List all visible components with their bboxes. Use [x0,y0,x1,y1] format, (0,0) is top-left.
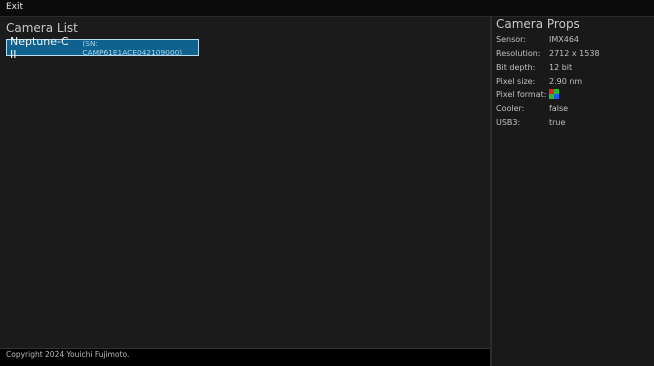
prop-label-usb3: USB3: [496,118,521,127]
footer-divider [0,348,490,349]
camera-props-panel: Camera Props Sensor: IMX464 Resolution: … [492,17,654,366]
camera-list-item[interactable]: Neptune-C II (SN: CAMP61E1ACE042109000) [6,35,199,61]
prop-value-resolution: 2712 x 1538 [549,49,600,58]
prop-label-cooler: Cooler: [496,104,525,113]
menu-bar: Exit [0,0,654,17]
bayer-rggb-icon [549,89,559,99]
camera-props-title: Camera Props [496,17,580,31]
prop-label-resolution: Resolution: [496,49,541,58]
camera-list-panel: Camera List Neptune-C II (SN: CAMP61E1AC… [0,17,490,349]
footer-copyright: Copyright 2024 Youichi Fujimoto. [6,350,130,359]
prop-label-sensor: Sensor: [496,35,526,44]
prop-label-pixel-size: Pixel size: [496,77,536,86]
camera-list-title: Camera List [6,21,78,35]
camera-serial: (SN: CAMP61E1ACE042109000) [82,38,183,57]
exit-menu-item[interactable]: Exit [6,2,23,12]
prop-value-sensor: IMX464 [549,35,580,44]
prop-value-usb3: true [549,118,566,127]
prop-value-bit-depth: 12 bit [549,63,573,72]
prop-label-pixel-format: Pixel format: [496,90,547,99]
camera-name: Neptune-C II [10,34,69,61]
prop-label-bit-depth: Bit depth: [496,63,536,72]
prop-value-pixel-size: 2.90 nm [549,77,583,86]
prop-value-cooler: false [549,104,569,113]
bayer-blue-cell [554,94,559,99]
